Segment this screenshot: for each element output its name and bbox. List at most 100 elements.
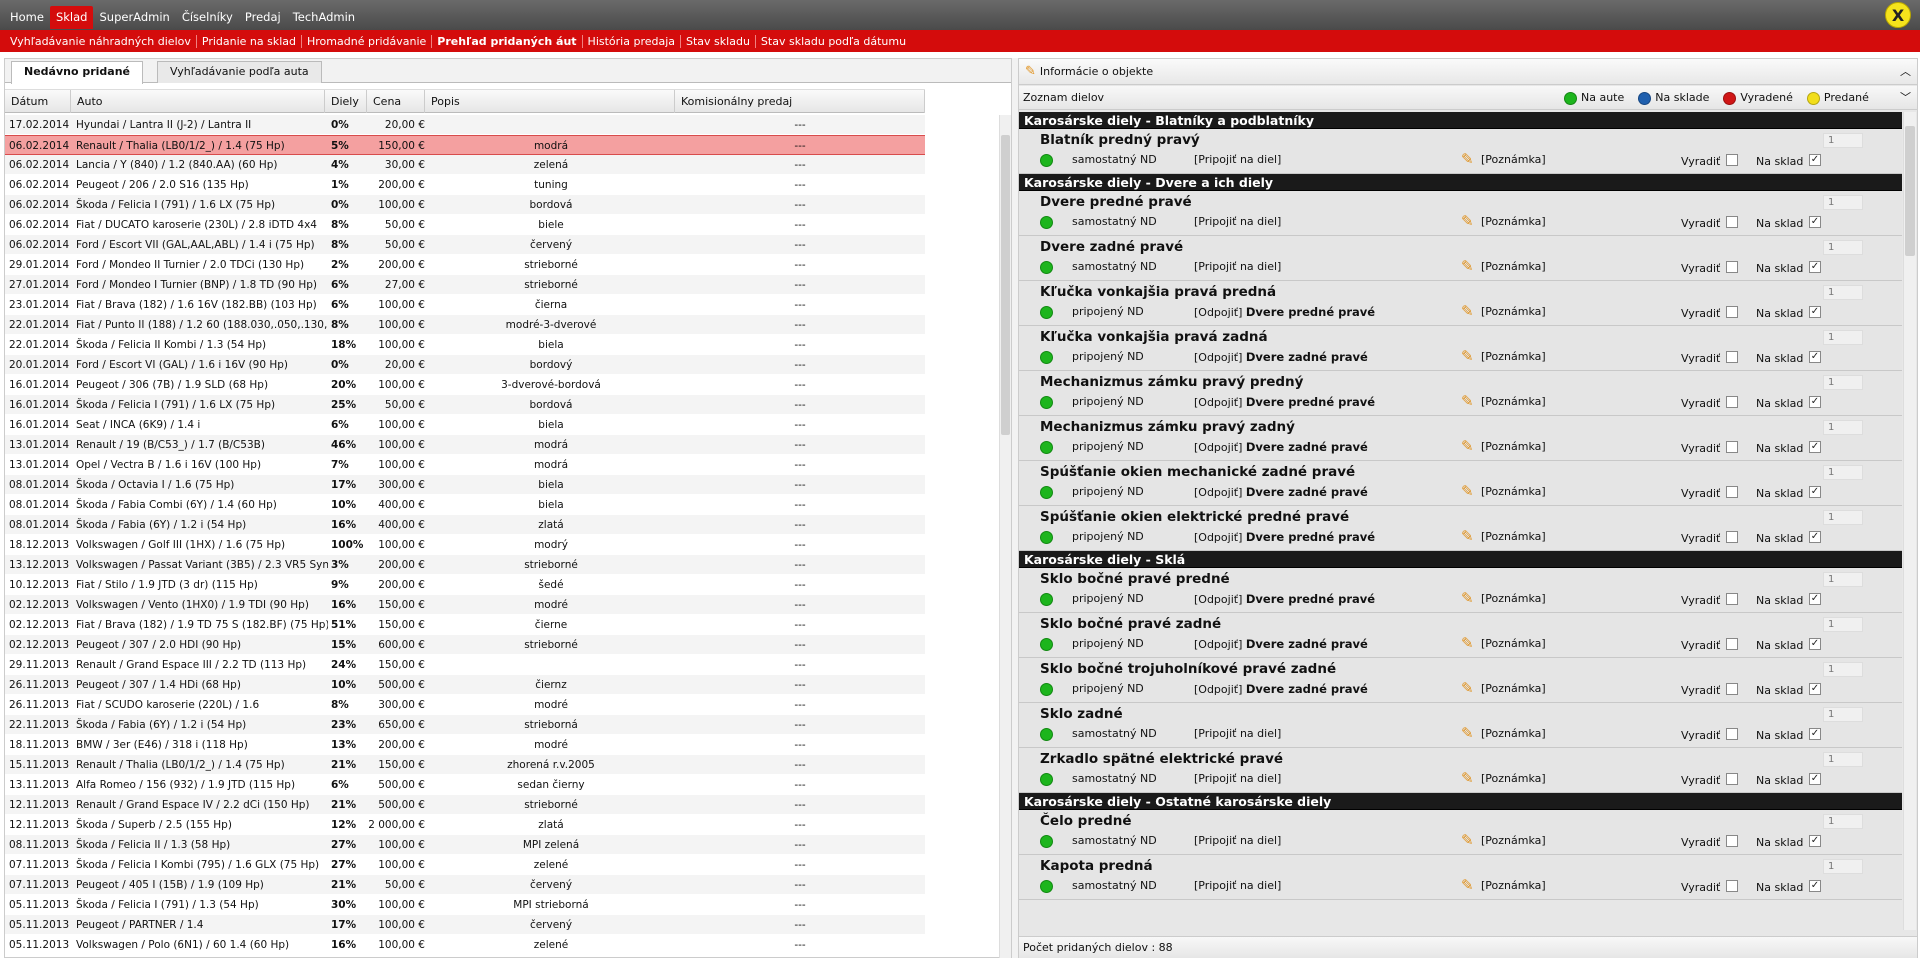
table-row[interactable]: 02.12.2013 Fiat / Brava (182) / 1.9 TD 75… [5, 615, 925, 635]
discard-checkbox[interactable] [1726, 396, 1738, 408]
table-row[interactable]: 05.11.2013 Peugeot / PARTNER / 1.4 17% 100,… [5, 915, 925, 935]
tab-search-by-car[interactable]: Vyhľadávanie podľa auta [157, 61, 322, 83]
sub-menu-item[interactable]: Hromadné pridávanie [302, 34, 433, 48]
discard-checkbox[interactable] [1726, 835, 1738, 847]
in-stock-checkbox[interactable]: ✓ [1809, 261, 1821, 273]
note-link[interactable]: [Poznámka] [1481, 879, 1546, 892]
table-row[interactable]: 10.12.2013 Fiat / Stilo / 1.9 JTD (3 dr) … [5, 575, 925, 595]
table-row[interactable]: 22.01.2014 Škoda / Felicia II Kombi / 1.3… [5, 335, 925, 355]
table-row[interactable]: 08.01.2014 Škoda / Fabia (6Y) / 1.2 i (54… [5, 515, 925, 535]
table-row[interactable]: 08.01.2014 Škoda / Fabia Combi (6Y) / 1.4… [5, 495, 925, 515]
quantity-field[interactable]: 1 [1823, 859, 1863, 874]
in-stock-checkbox[interactable]: ✓ [1809, 396, 1821, 408]
detach-link[interactable]: [Odpojiť] [1194, 531, 1242, 544]
in-stock-checkbox[interactable]: ✓ [1809, 306, 1821, 318]
discard-checkbox[interactable] [1726, 216, 1738, 228]
attach-link[interactable]: [Pripojiť na diel] [1194, 834, 1281, 847]
quantity-field[interactable]: 1 [1823, 510, 1863, 525]
discard-checkbox[interactable] [1726, 154, 1738, 166]
table-row[interactable]: 23.01.2014 Fiat / Brava (182) / 1.6 16V (… [5, 295, 925, 315]
col-header-auto[interactable]: Auto [71, 90, 325, 113]
discard-checkbox[interactable] [1726, 880, 1738, 892]
discard-checkbox[interactable] [1726, 486, 1738, 498]
table-row[interactable]: 29.01.2014 Ford / Mondeo II Turnier / 2.0… [5, 255, 925, 275]
note-link[interactable]: [Poznámka] [1481, 592, 1546, 605]
in-stock-checkbox[interactable]: ✓ [1809, 683, 1821, 695]
note-link[interactable]: [Poznámka] [1481, 834, 1546, 847]
quantity-field[interactable]: 1 [1823, 420, 1863, 435]
discard-checkbox[interactable] [1726, 593, 1738, 605]
table-row[interactable]: 26.11.2013 Fiat / SCUDO karoserie (220L) … [5, 695, 925, 715]
in-stock-checkbox[interactable]: ✓ [1809, 216, 1821, 228]
sub-menu-item[interactable]: Stav skladu podľa dátumu [756, 35, 911, 48]
discard-checkbox[interactable] [1726, 773, 1738, 785]
top-menu-item[interactable]: Home [4, 6, 50, 29]
top-menu-item[interactable]: Predaj [239, 6, 287, 29]
pencil-icon[interactable]: ✎ [1461, 437, 1474, 455]
scrollbar-thumb[interactable] [1905, 126, 1915, 256]
sub-menu-item[interactable]: Pridanie na sklad [197, 34, 302, 48]
note-link[interactable]: [Poznámka] [1481, 772, 1546, 785]
in-stock-checkbox[interactable]: ✓ [1809, 638, 1821, 650]
sub-menu-item[interactable]: Stav skladu [681, 34, 756, 48]
top-menu-item[interactable]: Číselníky [176, 6, 239, 29]
note-link[interactable]: [Poznámka] [1481, 440, 1546, 453]
note-link[interactable]: [Poznámka] [1481, 260, 1546, 273]
table-row[interactable]: 08.01.2014 Škoda / Octavia I / 1.6 (75 Hp… [5, 475, 925, 495]
discard-checkbox[interactable] [1726, 638, 1738, 650]
top-menu-item[interactable]: Sklad [49, 6, 94, 29]
discard-checkbox[interactable] [1726, 683, 1738, 695]
object-info-header[interactable]: ✎ Informácie o objekte ︿ [1019, 59, 1917, 85]
note-link[interactable]: [Poznámka] [1481, 530, 1546, 543]
table-row[interactable]: 22.11.2013 Škoda / Fabia (6Y) / 1.2 i (54… [5, 715, 925, 735]
in-stock-checkbox[interactable]: ✓ [1809, 531, 1821, 543]
note-link[interactable]: [Poznámka] [1481, 485, 1546, 498]
note-link[interactable]: [Poznámka] [1481, 215, 1546, 228]
in-stock-checkbox[interactable]: ✓ [1809, 880, 1821, 892]
table-row[interactable]: 26.11.2013 Peugeot / 307 / 1.4 HDi (68 Hp… [5, 675, 925, 695]
table-row[interactable]: 17.02.2014 Hyundai / Lantra II (J-2) / La… [5, 115, 925, 135]
detach-link[interactable]: [Odpojiť] [1194, 486, 1242, 499]
table-row[interactable]: 12.11.2013 Škoda / Superb / 2.5 (155 Hp) 1… [5, 815, 925, 835]
col-header-popis[interactable]: Popis [425, 90, 675, 113]
pencil-icon[interactable]: ✎ [1461, 634, 1474, 652]
pencil-icon[interactable]: ✎ [1461, 876, 1474, 894]
quantity-field[interactable]: 1 [1823, 662, 1863, 677]
top-menu-item[interactable]: TechAdmin [287, 6, 361, 29]
detach-link[interactable]: [Odpojiť] [1194, 351, 1242, 364]
table-row[interactable]: 02.12.2013 Peugeot / 307 / 2.0 HDI (90 Hp… [5, 635, 925, 655]
in-stock-checkbox[interactable]: ✓ [1809, 593, 1821, 605]
table-row[interactable]: 16.01.2014 Peugeot / 306 (7B) / 1.9 SLD (… [5, 375, 925, 395]
discard-checkbox[interactable] [1726, 306, 1738, 318]
right-scrollbar[interactable] [1903, 112, 1916, 930]
discard-checkbox[interactable] [1726, 728, 1738, 740]
attach-link[interactable]: [Pripojiť na diel] [1194, 772, 1281, 785]
col-header-diely[interactable]: Diely [325, 90, 367, 113]
table-row[interactable]: 27.01.2014 Ford / Mondeo I Turnier (BNP) … [5, 275, 925, 295]
attach-link[interactable]: [Pripojiť na diel] [1194, 215, 1281, 228]
table-row[interactable]: 12.11.2013 Renault / Grand Espace IV / 2.… [5, 795, 925, 815]
discard-checkbox[interactable] [1726, 351, 1738, 363]
pencil-icon[interactable]: ✎ [1461, 589, 1474, 607]
note-link[interactable]: [Poznámka] [1481, 727, 1546, 740]
quantity-field[interactable]: 1 [1823, 752, 1863, 767]
table-row[interactable]: 18.11.2013 BMW / 3er (E46) / 318 i (118 H… [5, 735, 925, 755]
discard-checkbox[interactable] [1726, 261, 1738, 273]
col-header-cena[interactable]: Cena [367, 90, 425, 113]
in-stock-checkbox[interactable]: ✓ [1809, 773, 1821, 785]
table-row[interactable]: 13.01.2014 Opel / Vectra B / 1.6 i 16V (1… [5, 455, 925, 475]
pencil-icon[interactable]: ✎ [1461, 769, 1474, 787]
chevron-up-icon[interactable]: ︿ [1900, 59, 1911, 85]
quantity-field[interactable]: 1 [1823, 707, 1863, 722]
note-link[interactable]: [Poznámka] [1481, 395, 1546, 408]
pencil-icon[interactable]: ✎ [1461, 482, 1474, 500]
left-scrollbar[interactable] [999, 115, 1011, 958]
quantity-field[interactable]: 1 [1823, 133, 1863, 148]
close-button[interactable]: X [1885, 2, 1911, 28]
in-stock-checkbox[interactable]: ✓ [1809, 441, 1821, 453]
top-menu-item[interactable]: SuperAdmin [93, 6, 175, 29]
discard-checkbox[interactable] [1726, 531, 1738, 543]
pencil-icon[interactable]: ✎ [1461, 150, 1474, 168]
table-row[interactable]: 02.12.2013 Volkswagen / Vento (1HX0) / 1.… [5, 595, 925, 615]
note-link[interactable]: [Poznámka] [1481, 637, 1546, 650]
